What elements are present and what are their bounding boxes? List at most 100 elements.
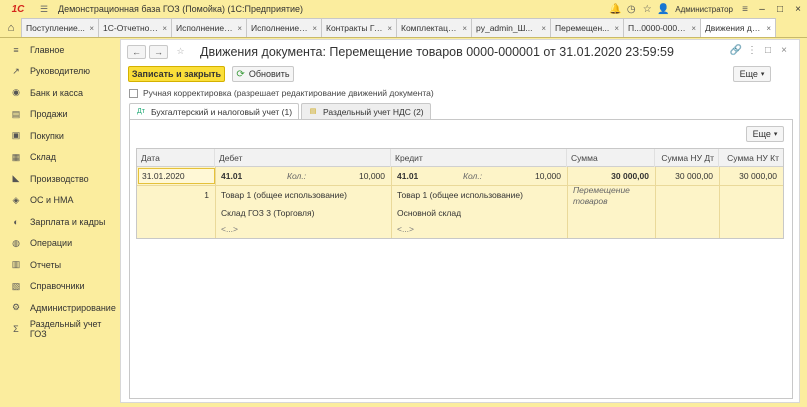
manual-adjust-checkbox[interactable]: Ручная корректировка (разрешает редактир… [129,88,434,98]
book-icon: ▧ [11,280,21,291]
more-button[interactable]: Еще ▾ [733,66,771,82]
close-icon[interactable]: × [89,24,94,33]
favorite-star-icon[interactable]: ☆ [171,45,190,59]
sidebar-item-reports[interactable]: ▥ Отчеты [0,254,120,276]
content-line-2[interactable]: товаров [569,196,612,207]
column-header-debit[interactable]: Дебет [215,149,391,167]
column-divider [655,167,656,238]
tab-label: П...0000-000001 [628,23,688,33]
close-icon[interactable]: × [312,24,317,33]
tab-1c-otchetnost[interactable]: 1С-Отчетность × [98,18,172,37]
tab-accounting[interactable]: Дт Бухгалтерский и налоговый учет (1) [129,103,300,120]
home-icon[interactable]: ⌂ [0,18,22,37]
assets-icon: ◈ [12,194,20,205]
credit-qty[interactable]: 10,000 [513,168,565,184]
credit-subconto-2[interactable]: Основной склад [393,205,465,221]
credit-subconto-3[interactable]: <...> [393,221,418,237]
sidebar-item-label: Администрирование [30,302,116,313]
tab-komplektaciya[interactable]: Комплектаци... × [396,18,472,37]
column-header-nu-dt[interactable]: Сумма НУ Дт [655,149,719,167]
sidebar-item-sales[interactable]: ▤ Продажи [0,104,120,126]
maximize-icon[interactable]: □ [761,45,775,56]
back-button[interactable]: ← [127,45,146,59]
sum-cell[interactable]: 30 000,00 [569,168,653,184]
credit-account[interactable]: 41.01 [393,168,422,184]
current-user[interactable]: Администратор [675,5,733,14]
tab-kontrakty-goz[interactable]: Контракты ГОЗ × [321,18,397,37]
debit-subconto-2[interactable]: Склад ГОЗ 3 (Торговля) [217,205,318,221]
sidebar-item-purchases[interactable]: ▣ Покупки [0,125,120,147]
sidebar-item-catalogs[interactable]: ▧ Справочники [0,276,120,298]
sidebar-item-operations[interactable]: ◍ Операции [0,233,120,255]
save-close-button[interactable]: Записать и закрыть [128,66,225,82]
close-window-button[interactable]: × [789,4,807,15]
sidebar-item-label: Склад [30,152,57,163]
title-bar: 1С ☰ Демонстрационная база ГОЗ (Помойка)… [0,0,807,18]
tab-postuplenie[interactable]: Поступление... × [21,18,99,37]
star-icon[interactable]: ☆ [639,4,655,15]
forward-button[interactable]: → [149,45,168,59]
close-icon[interactable]: × [614,24,619,33]
column-divider [215,167,216,238]
nu-kt-cell[interactable]: 30 000,00 [721,168,781,184]
history-icon[interactable]: ◷ [623,4,639,15]
debit-account[interactable]: 41.01 [217,168,246,184]
sidebar-item-label: Отчеты [30,259,62,270]
table-more-button[interactable]: Еще ▾ [746,126,784,142]
settings-icon[interactable]: ≡ [737,4,753,15]
tab-peremeshchenie[interactable]: Перемещен... × [550,18,624,37]
sidebar-item-admin[interactable]: ⚙ Администрирование [0,297,120,319]
close-icon[interactable]: × [237,24,242,33]
debit-subconto-3[interactable]: <...> [217,221,242,237]
sidebar-item-assets[interactable]: ◈ ОС и НМА [0,190,120,212]
refresh-button[interactable]: ⟳ Обновить [232,66,294,82]
sidebar-item-label: Раздельный учет ГОЗ [29,319,102,340]
close-icon[interactable]: × [387,24,392,33]
close-icon[interactable]: × [777,45,791,56]
sidebar-item-label: Банк и касса [30,87,83,98]
sidebar-item-warehouse[interactable]: ▦ Склад [0,147,120,169]
sidebar-item-main[interactable]: ≡ Главное [0,39,120,61]
sidebar-item-goz[interactable]: Σ Раздельный учет ГОЗ [0,319,120,341]
column-header-credit[interactable]: Кредит [391,149,567,167]
debit-qty[interactable]: 10,000 [337,168,389,184]
checkbox-icon[interactable] [129,88,138,98]
credit-subconto-1[interactable]: Товар 1 (общее использование) [393,187,527,203]
debit-subconto-1[interactable]: Товар 1 (общее использование) [217,187,351,203]
content-line-1[interactable]: Перемещение [569,185,634,196]
tab-ispolnenie-1[interactable]: Исполнение ... × [171,18,247,37]
bell-icon[interactable]: 🔔 [607,4,623,15]
coin-icon: ◉ [12,87,20,98]
tab-dvizheniya[interactable]: Движения до... × [700,18,776,37]
column-header-sum[interactable]: Сумма [567,149,655,167]
maximize-button[interactable]: □ [771,4,789,15]
sales-icon: ▤ [11,108,21,119]
tab-py-admin[interactable]: py_admin_Ш... × [471,18,551,37]
sidebar-item-bank[interactable]: ◉ Банк и касса [0,82,120,104]
column-header-nu-kt[interactable]: Сумма НУ Кт [719,149,783,167]
tab-vat[interactable]: ▤ Раздельный учет НДС (2) [301,103,431,120]
sidebar-item-label: Производство [30,173,89,184]
sidebar-item-production[interactable]: ◣ Производство [0,168,120,190]
row-divider [137,185,783,186]
more-label: Еще [739,69,758,79]
warehouse-icon: ▦ [11,151,21,162]
sidebar-item-manager[interactable]: ↗ Руководителю [0,61,120,83]
sidebar-item-salary[interactable]: ◐ Зарплата и кадры [0,211,120,233]
link-icon[interactable]: 🔗 [729,45,743,56]
tab-ispolnenie-2[interactable]: Исполнение ... × [246,18,322,37]
minimize-button[interactable]: – [753,4,771,15]
tab-document[interactable]: П...0000-000001 × [623,18,701,37]
user-icon[interactable]: 👤 [655,4,671,15]
date-cell[interactable]: 31.01.2020 [138,168,215,184]
close-icon[interactable]: × [162,24,167,33]
close-icon[interactable]: × [766,24,771,33]
close-icon[interactable]: × [691,24,696,33]
close-icon[interactable]: × [462,24,467,33]
nu-dt-cell[interactable]: 30 000,00 [657,168,717,184]
table-row[interactable]: 31.01.2020 1 41.01 Кол.: 10,000 Товар 1 … [137,167,783,238]
more-vert-icon[interactable]: ⋮ [745,45,759,56]
column-header-date[interactable]: Дата [137,149,215,167]
menu-icon[interactable]: ☰ [38,3,50,15]
close-icon[interactable]: × [541,24,546,33]
